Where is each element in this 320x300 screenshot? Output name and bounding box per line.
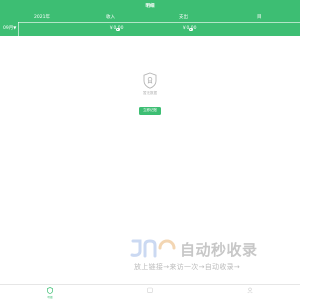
expense-value: ￥0.00: [182, 26, 197, 31]
empty-state-text: 暂无数据: [143, 91, 157, 95]
tab-detail[interactable]: 明细: [40, 287, 60, 299]
app-header: 明细 2021年 收入 支出 目 09月▼ ￥0.00 ￥0.00: [0, 0, 300, 36]
empty-shield-icon: [143, 72, 157, 89]
watermark-logo: [130, 239, 176, 258]
tab-chart[interactable]: [140, 287, 160, 295]
month-picker[interactable]: 09月▼: [3, 25, 16, 31]
watermark-title: 自动秒收录: [180, 241, 258, 259]
detail-tab-icon: [47, 287, 53, 294]
bottom-tab-bar: 明细: [0, 284, 300, 300]
expense-label[interactable]: 支出: [179, 14, 193, 31]
income-label-text: 收入: [106, 15, 115, 20]
month-divider: [17, 22, 19, 36]
expense-label-text: 支出: [179, 15, 188, 20]
tab-mine[interactable]: [240, 287, 260, 295]
income-label[interactable]: 收入: [106, 14, 120, 31]
watermark-subtitle: 放上链接→来访一次→自动收录→: [134, 263, 241, 271]
user-tab-icon: [247, 287, 253, 294]
watermark: 自动秒收录 放上链接→来访一次→自动收录→: [130, 238, 280, 274]
caret-down-icon: ▼: [13, 25, 17, 30]
header-right-label[interactable]: 目: [257, 14, 262, 20]
empty-state: 暂无数据 立即记账: [0, 72, 300, 115]
year-label: 2021年: [34, 15, 50, 20]
header-divider: [18, 22, 300, 23]
tab-label: 明细: [47, 295, 53, 299]
page-title: 明细: [145, 4, 155, 9]
month-value: 09月: [3, 26, 14, 31]
chart-tab-icon: [147, 287, 153, 293]
income-value: ￥0.00: [109, 26, 124, 31]
add-record-button[interactable]: 立即记账: [139, 106, 161, 115]
